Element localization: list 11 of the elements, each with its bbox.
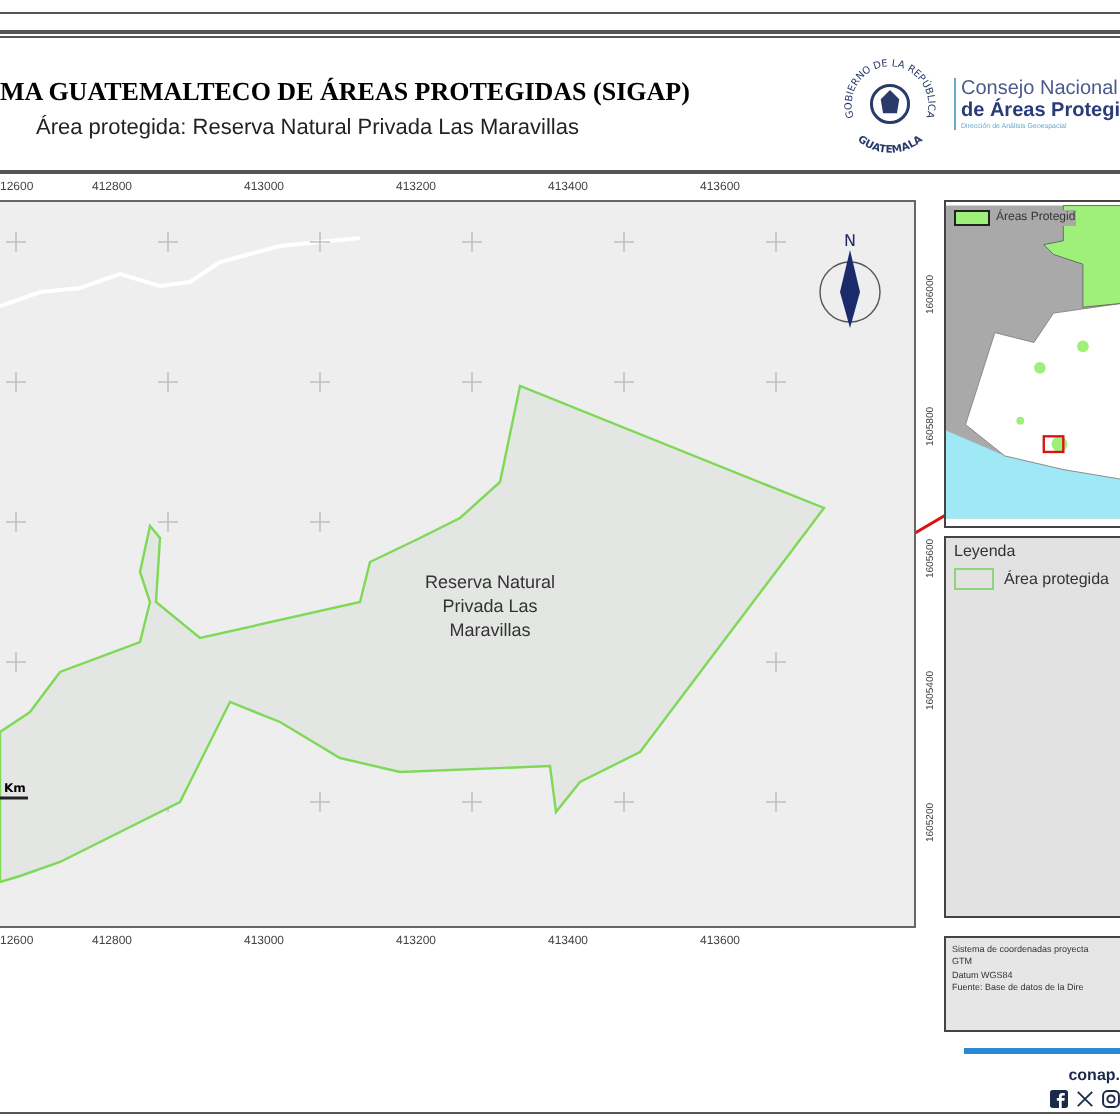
website-text: conap. xyxy=(1066,1066,1120,1084)
area-label: Maravillas xyxy=(449,620,531,640)
area-label: Privada Las xyxy=(442,596,538,616)
legend-label: Área protegida xyxy=(1004,570,1109,588)
area-label: Reserva Natural xyxy=(424,572,556,592)
north-label: N xyxy=(844,232,856,250)
logo-text: Consejo Nacional xyxy=(961,78,1120,100)
legend-title: Leyenda xyxy=(954,542,1018,560)
logo-text: de Áreas Protegi xyxy=(961,100,1120,122)
map-subtitle: Área protegida: Reserva Natural Privada Las Maravillas xyxy=(36,116,581,140)
map-title: MA GUATEMALTECO DE ÁREAS PROTEGIDAS (SIGAP) xyxy=(0,76,690,108)
